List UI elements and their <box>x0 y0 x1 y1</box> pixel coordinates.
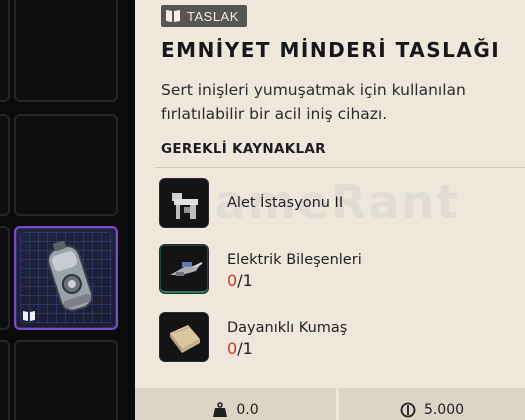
requirement-row: Dayanıklı Kumaş 0/1 <box>159 312 519 372</box>
item-title: EMNİYET MİNDERİ TASLAĞI <box>161 38 501 62</box>
inventory-slot[interactable] <box>14 114 118 216</box>
durable-fabric-icon <box>170 325 200 353</box>
requirement-icon-frame <box>159 244 209 294</box>
price-value: 5.000 <box>423 402 465 418</box>
item-stats-bar: 0.0 5.000 <box>135 388 525 420</box>
workbench-icon <box>172 193 198 219</box>
inventory-slot[interactable] <box>14 340 118 420</box>
requirement-name: Elektrik Bileşenleri <box>227 252 362 268</box>
divider <box>155 167 525 168</box>
requirements-heading: GEREKLİ KAYNAKLAR <box>161 141 326 157</box>
requirement-row: Alet İstasyonu II <box>159 178 519 238</box>
inventory-grid <box>0 0 135 420</box>
inventory-slot[interactable] <box>0 0 10 102</box>
inventory-slot[interactable] <box>0 114 10 216</box>
coin-icon <box>400 402 416 418</box>
quantity-owned: 0 <box>227 271 238 290</box>
item-description: Sert inişleri yumuşatmak için kullanılan… <box>161 81 466 123</box>
inventory-slot[interactable] <box>0 340 10 420</box>
item-detail-panel: TASLAK EMNİYET MİNDERİ TASLAĞI Sert iniş… <box>135 0 525 420</box>
badge-label: TASLAK <box>187 8 239 24</box>
book-icon <box>166 10 180 22</box>
inventory-slot-selected[interactable] <box>14 226 118 330</box>
requirement-name: Alet İstasyonu II <box>227 195 344 211</box>
quantity-needed: /1 <box>237 271 253 290</box>
price-stat: 5.000 <box>339 388 525 420</box>
blueprint-badge: TASLAK <box>161 5 247 27</box>
book-icon <box>23 311 35 321</box>
safety-cushion-icon <box>47 240 94 312</box>
requirement-row: Elektrik Bileşenleri 0/1 <box>159 244 519 304</box>
requirement-quantity: 0/1 <box>227 271 253 290</box>
requirement-name: Dayanıklı Kumaş <box>227 320 348 336</box>
inventory-slot[interactable] <box>14 0 118 102</box>
quantity-needed: /1 <box>237 339 253 358</box>
weight-value: 0.0 <box>236 402 259 418</box>
inventory-slot[interactable] <box>0 226 10 330</box>
weight-icon <box>213 402 228 417</box>
weight-stat: 0.0 <box>135 388 336 420</box>
electrical-components-icon <box>170 262 203 276</box>
requirement-quantity: 0/1 <box>227 339 253 358</box>
requirement-icon-frame <box>159 178 209 228</box>
quantity-owned: 0 <box>227 339 238 358</box>
requirement-icon-frame <box>159 312 209 362</box>
